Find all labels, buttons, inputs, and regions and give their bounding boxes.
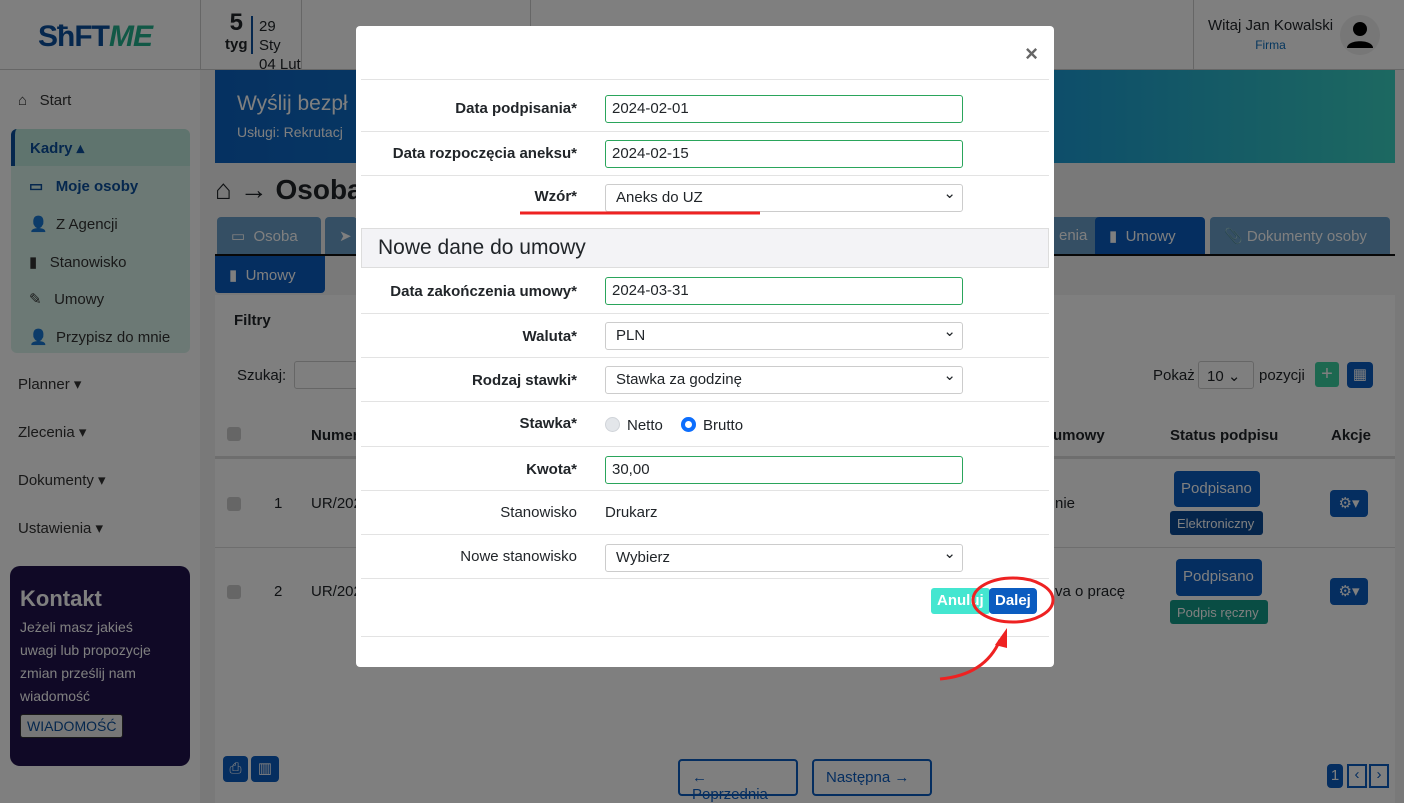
annotation-layer xyxy=(520,211,1055,681)
highlight-circle-annotation xyxy=(971,576,1055,624)
arrow-head-icon xyxy=(995,628,1007,648)
arrow-annotation xyxy=(939,639,1002,681)
